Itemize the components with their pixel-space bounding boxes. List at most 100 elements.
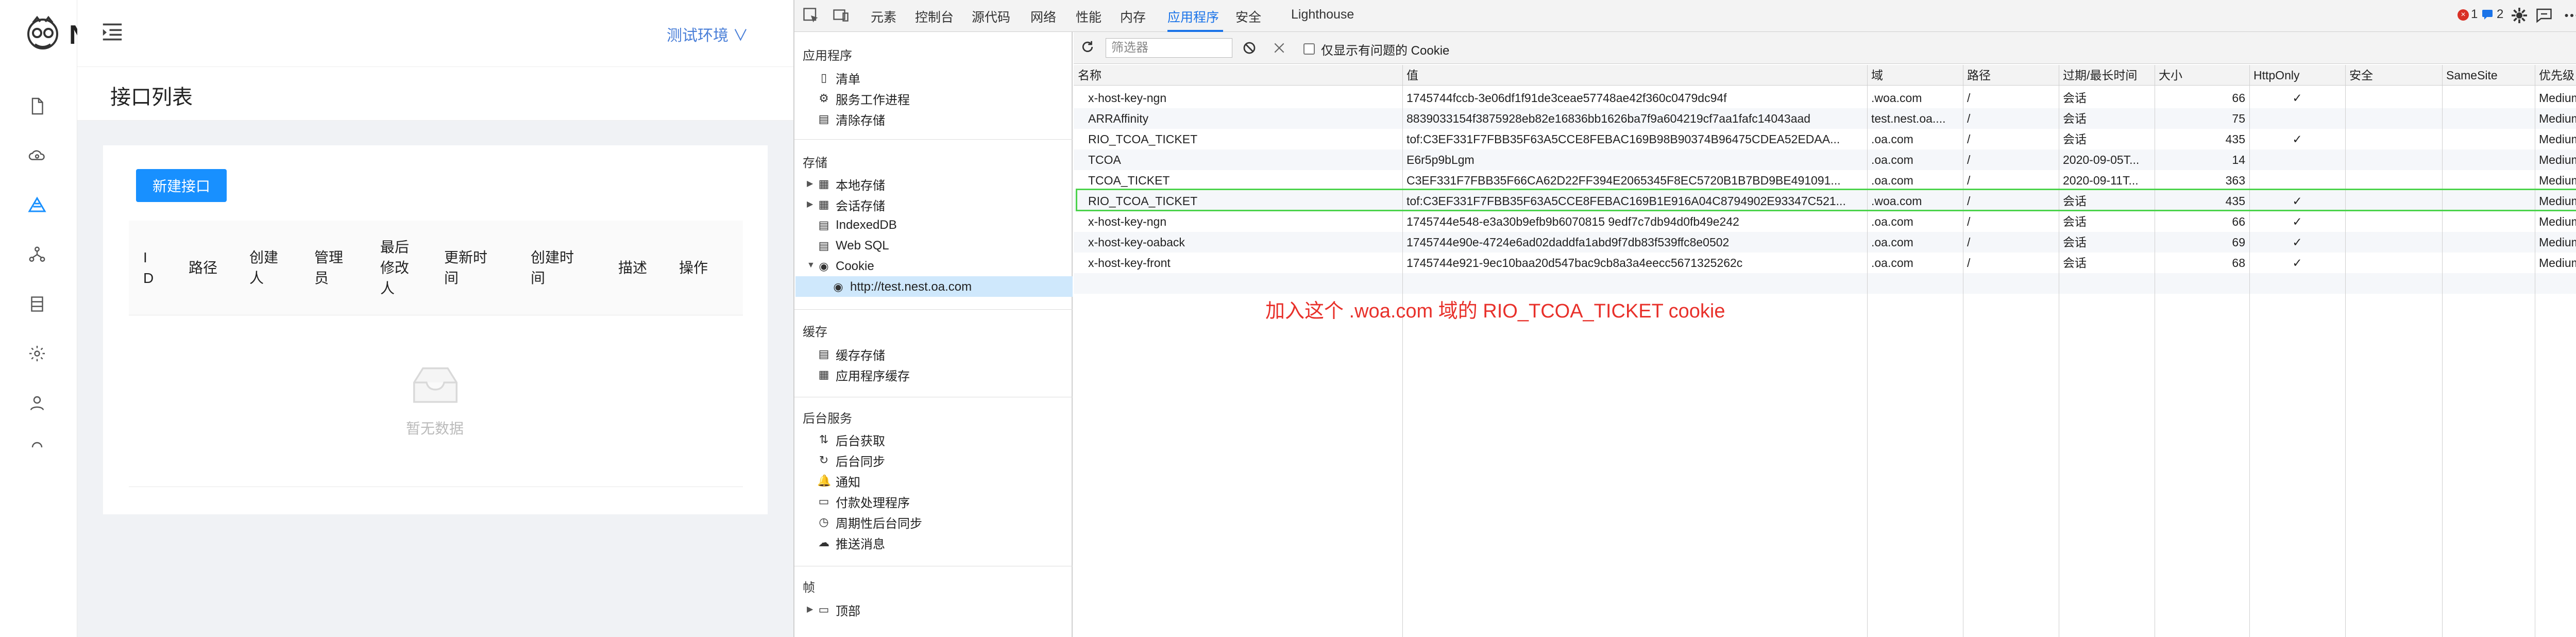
devtools-tab[interactable]: 性能 bbox=[1076, 7, 1101, 26]
tree-item-label: 后台获取 bbox=[836, 434, 885, 448]
message-count[interactable]: 2 bbox=[2497, 7, 2503, 22]
file-icon[interactable] bbox=[26, 95, 48, 118]
device-toggle-icon[interactable] bbox=[832, 6, 850, 25]
database-icon[interactable] bbox=[26, 293, 48, 315]
tree-item[interactable]: ▦ 本地存储 bbox=[817, 175, 885, 193]
cookie-cell: 会话 bbox=[2063, 112, 2087, 125]
cookie-cell: C3EF331F7FBB35F66CA62D22FF394E2065345F8E… bbox=[1406, 174, 1841, 187]
column-header[interactable]: 值 bbox=[1406, 65, 1418, 86]
column-header[interactable]: 优先级 bbox=[2539, 65, 2574, 86]
cookie-cell: Medium bbox=[2539, 236, 2576, 249]
tree-item[interactable]: 🔔 通知 bbox=[817, 472, 860, 490]
devtools-tab[interactable]: 元素 bbox=[871, 7, 896, 26]
cookie-cell: 1745744e548-e3a30b9efb9b6070815 9edf7c7d… bbox=[1406, 215, 1739, 228]
issues-only-checkbox[interactable] bbox=[1303, 43, 1315, 55]
tree-item[interactable]: ⚙ 服务工作进程 bbox=[817, 90, 910, 107]
column-header[interactable]: 过期/最长时间 bbox=[2063, 65, 2137, 86]
refresh-icon[interactable] bbox=[1080, 39, 1095, 55]
more-options-icon[interactable] bbox=[2563, 6, 2576, 25]
new-api-button[interactable]: 新建接口 bbox=[136, 169, 227, 202]
cookie-cell bbox=[2446, 149, 2531, 170]
inspect-icon[interactable] bbox=[802, 6, 820, 25]
error-count[interactable]: 1 bbox=[2471, 7, 2478, 22]
column-header[interactable]: 名称 bbox=[1078, 65, 1101, 86]
delete-selected-icon[interactable] bbox=[1273, 41, 1286, 55]
cookie-filter-input[interactable] bbox=[1106, 38, 1232, 58]
table-header-text: 创建时 bbox=[531, 249, 574, 265]
table-header-text: 管理 bbox=[314, 249, 344, 265]
tree-item[interactable]: ☁ 推送消息 bbox=[817, 534, 885, 551]
gear-icon[interactable] bbox=[26, 342, 48, 365]
tree-item[interactable]: ▤ 清除存储 bbox=[817, 110, 885, 128]
environment-select[interactable]: 测试环境 ∨ bbox=[667, 23, 748, 45]
caret-right-icon[interactable]: ▶ bbox=[807, 199, 813, 209]
share-icon[interactable] bbox=[26, 243, 48, 266]
column-header[interactable]: 大小 bbox=[2159, 65, 2182, 86]
cookie-cell: Medium bbox=[2539, 256, 2576, 270]
devtools-tab[interactable]: 控制台 bbox=[915, 7, 954, 26]
manifest-icon: ▯ bbox=[820, 71, 827, 84]
database-icon: ▤ bbox=[818, 219, 829, 231]
tree-item[interactable]: ▦ 应用程序缓存 bbox=[817, 366, 910, 383]
column-header[interactable]: 路径 bbox=[1967, 65, 1991, 86]
cookie-cell: 66 bbox=[2232, 215, 2245, 228]
cookie-cell: / bbox=[1967, 112, 1971, 125]
tree-item[interactable]: ▦ 会话存储 bbox=[817, 196, 885, 213]
table-header-text: I bbox=[143, 249, 147, 265]
devtools-tab[interactable]: 网络 bbox=[1030, 7, 1056, 26]
tree-item[interactable]: ▭ 顶部 bbox=[817, 601, 860, 618]
tree-item[interactable]: ▭ 付款处理程序 bbox=[817, 493, 910, 510]
cookie-origin-label: http://test.nest.oa.com bbox=[850, 280, 972, 294]
cookie-cell: 会话 bbox=[2063, 215, 2087, 228]
caret-right-icon[interactable]: ▶ bbox=[807, 178, 813, 189]
column-header[interactable]: HttpOnly bbox=[2253, 65, 2299, 86]
error-badge-icon: × bbox=[2458, 9, 2469, 21]
cookie-cell: .woa.com bbox=[1871, 91, 1922, 105]
cookie-cell: tof:C3EF331F7FBB35F63A5CCE8FEBAC169B98B9… bbox=[1406, 132, 1840, 146]
devtools-tab[interactable]: Lighthouse bbox=[1291, 7, 1354, 22]
triangle-icon[interactable] bbox=[26, 194, 48, 216]
settings-gear-icon[interactable] bbox=[2510, 6, 2529, 25]
empty-row bbox=[1074, 273, 2576, 294]
tree-item[interactable]: ◷ 周期性后台同步 bbox=[817, 513, 922, 531]
clear-all-icon[interactable] bbox=[1242, 40, 1257, 56]
column-header[interactable]: 安全 bbox=[2349, 65, 2373, 86]
devtools-tab[interactable]: 安全 bbox=[1235, 7, 1261, 26]
tree-item[interactable]: ▤ Web SQL bbox=[817, 237, 889, 255]
cookie-cell: ✓ bbox=[2292, 132, 2302, 146]
tree-item[interactable]: ⇅ 后台获取 bbox=[817, 431, 885, 448]
tree-item-label: 清单 bbox=[836, 72, 860, 87]
table-header-cell: 更新时间 bbox=[444, 247, 487, 289]
tree-item[interactable]: ◉ Cookie bbox=[817, 258, 874, 275]
table-header-cell: 创建时间 bbox=[531, 247, 574, 289]
cookie-cell: 8839033154f3875928eb82e16836bb1626ba7f9a… bbox=[1406, 112, 1811, 125]
devtools-tab[interactable]: 应用程序 bbox=[1167, 7, 1219, 26]
app-logo[interactable] bbox=[26, 15, 60, 57]
feedback-icon[interactable] bbox=[2535, 6, 2553, 25]
table-header-text: 人 bbox=[380, 280, 395, 296]
caret-right-icon[interactable]: ▶ bbox=[807, 604, 813, 614]
column-divider bbox=[2442, 65, 2443, 637]
cookie-cell: 68 bbox=[2232, 256, 2245, 270]
devtools-tab[interactable]: 内存 bbox=[1120, 7, 1146, 26]
message-icon bbox=[2481, 8, 2494, 21]
cloud-icon[interactable] bbox=[26, 144, 48, 167]
cookie-cell: / bbox=[1967, 132, 1971, 146]
tree-item[interactable]: ▤ 缓存存储 bbox=[817, 345, 885, 363]
tree-item[interactable]: ▯ 清单 bbox=[817, 69, 860, 87]
tree-item[interactable]: ▤ IndexedDB bbox=[817, 216, 897, 234]
table-header-text: 路径 bbox=[189, 260, 218, 276]
cookie-cell: / bbox=[1967, 215, 1971, 228]
user-icon[interactable] bbox=[26, 392, 48, 414]
frame-icon: ▭ bbox=[818, 603, 829, 616]
column-divider bbox=[1867, 65, 1868, 637]
cookie-origin-item[interactable]: ◉ http://test.nest.oa.com bbox=[832, 278, 972, 296]
bell-icon: 🔔 bbox=[817, 474, 832, 487]
menu-toggle-icon[interactable] bbox=[101, 22, 124, 42]
devtools-tab[interactable]: 源代码 bbox=[972, 7, 1010, 26]
caret-down-icon[interactable]: ▼ bbox=[807, 261, 815, 270]
column-header[interactable]: 域 bbox=[1871, 65, 1883, 86]
tree-item[interactable]: ↻ 后台同步 bbox=[817, 451, 885, 469]
cookie-cell: 会话 bbox=[2063, 236, 2087, 249]
column-header[interactable]: SameSite bbox=[2446, 65, 2498, 86]
